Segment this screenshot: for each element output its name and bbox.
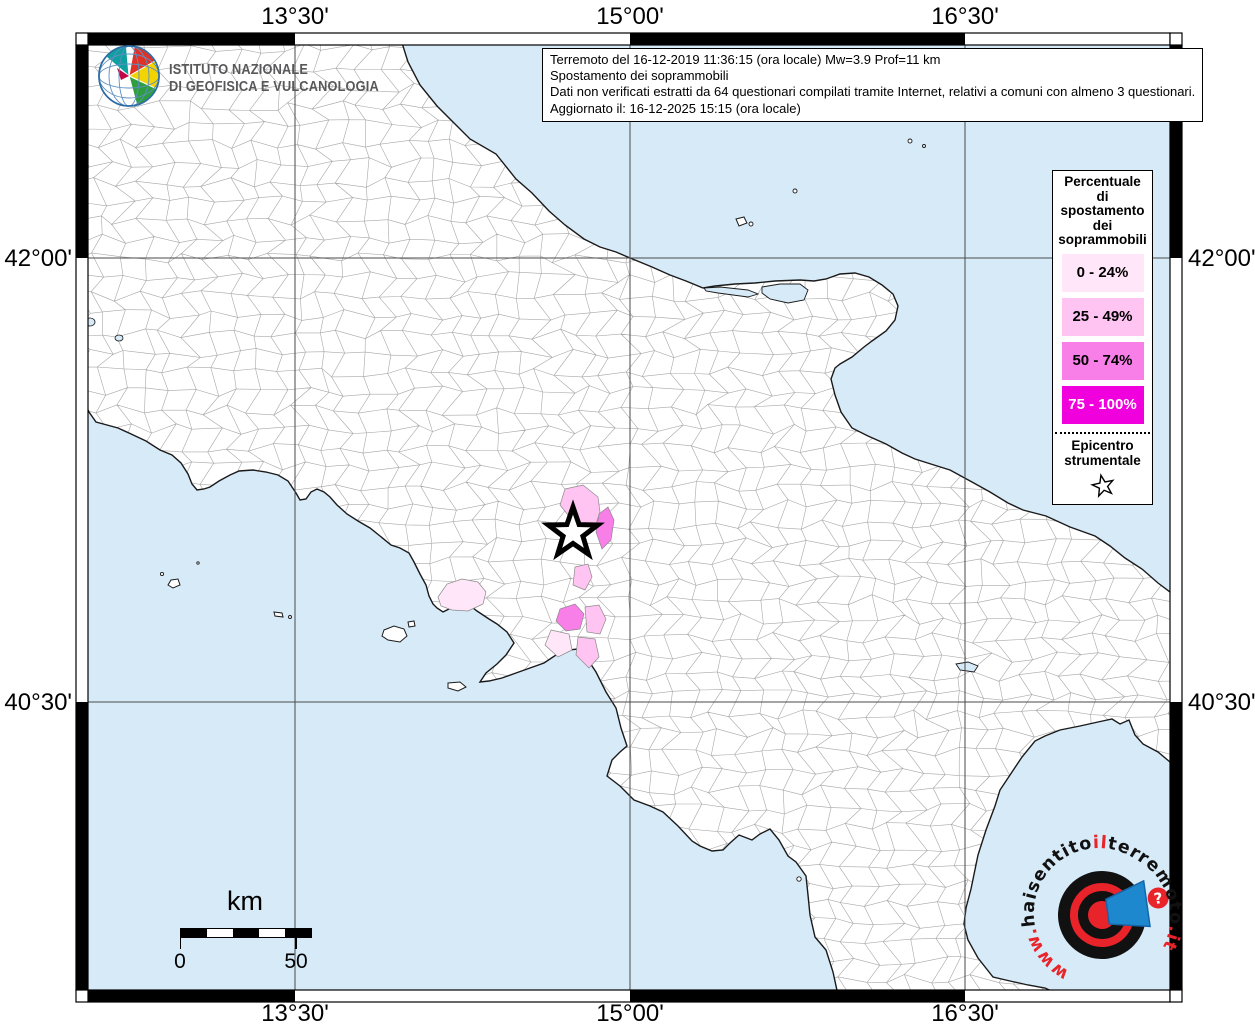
legend-title-line: dei	[1092, 217, 1113, 233]
islet	[907, 138, 913, 144]
info-line-effect: Spostamento dei soprammobili	[550, 68, 729, 84]
axis-label-top-center: 15°00'	[596, 3, 664, 30]
ingv-logo[interactable]: ISTITUTO NAZIONALE DI GEOFISICA E VULCAN…	[97, 44, 407, 113]
axis-label-top-left: 13°30'	[261, 3, 329, 30]
scale-bar-segments	[180, 928, 312, 938]
legend-title: Percentuale di spostamento dei soprammob…	[1053, 174, 1152, 248]
scale-segment	[259, 929, 285, 937]
scale-label-end: 50	[284, 950, 308, 973]
legend-epicenter-line: strumentale	[1064, 452, 1141, 468]
logo-text-it: .it	[1155, 921, 1188, 956]
frame-corner	[1169, 32, 1183, 46]
axis-label-right-4030: 40°30'	[1188, 689, 1255, 716]
islet	[159, 571, 165, 577]
island	[273, 611, 284, 618]
legend-title-line: spostamento	[1060, 203, 1145, 218]
legend-swatch-25-49: 25 - 49%	[1061, 297, 1144, 336]
haisentitoilterremoto-logo[interactable]: ? www.haisentitoilterremoto.it	[1008, 825, 1192, 1015]
legend-epicenter-line: Epicentro	[1071, 437, 1134, 453]
scale-bar-unit: km	[227, 886, 263, 916]
page: { "info_box": { "lines": [ "Terremoto de…	[0, 0, 1255, 1027]
scale-tick-start	[179, 928, 182, 949]
islet	[922, 144, 926, 148]
frame-corner	[75, 32, 89, 46]
ingv-wordmark-line2: DI GEOFISICA E VULCANOLOGIA	[169, 78, 379, 95]
lake	[114, 334, 124, 342]
scale-bar: km 0 50	[158, 886, 332, 986]
islet	[288, 615, 292, 619]
axis-label-top-right: 16°30'	[931, 3, 999, 30]
legend-swatch-0-24: 0 - 24%	[1061, 253, 1144, 292]
epicenter-star-icon	[1053, 472, 1152, 503]
legend-title-line: di	[1096, 188, 1109, 204]
axis-label-right-42: 42°00'	[1188, 245, 1255, 272]
legend-swatch-75-100: 75 - 100%	[1061, 385, 1144, 424]
scale-segment	[233, 929, 259, 937]
ingv-globe-icon	[97, 44, 161, 113]
ingv-wordmark-line1: ISTITUTO NAZIONALE	[169, 61, 309, 78]
scale-label-start: 0	[174, 950, 186, 973]
legend-title-line: Percentuale	[1064, 174, 1141, 189]
axis-label-left-42: 42°00'	[4, 245, 72, 272]
legend: Percentuale di spostamento dei soprammob…	[1052, 170, 1153, 505]
scale-segment	[181, 929, 207, 937]
legend-epicenter-title: Epicentro strumentale	[1053, 438, 1152, 468]
info-line-event: Terremoto del 16-12-2019 11:36:15 (ora l…	[550, 52, 941, 67]
scale-segment	[207, 929, 233, 937]
island	[407, 620, 416, 628]
scale-segment	[285, 929, 311, 937]
legend-title-line: soprammobili	[1058, 232, 1147, 247]
earthquake-info-box: Terremoto del 16-12-2019 11:36:15 (ora l…	[542, 48, 1204, 122]
islet	[792, 188, 798, 194]
info-line-updated: Aggiornato il: 16-12-2025 15:15 (ora loc…	[550, 100, 801, 116]
scale-tick-end	[295, 928, 297, 949]
islet	[796, 876, 802, 882]
islet	[196, 561, 200, 565]
legend-swatch-50-74: 50 - 74%	[1061, 341, 1144, 380]
axis-label-left-4030: 40°30'	[4, 689, 72, 716]
info-line-disclaimer: Dati non verificati estratti da 64 quest…	[550, 84, 1196, 100]
frame-corner	[75, 989, 89, 1003]
islet	[748, 221, 754, 227]
legend-divider	[1055, 431, 1150, 434]
ingv-wordmark: ISTITUTO NAZIONALE DI GEOFISICA E VULCAN…	[169, 62, 379, 96]
